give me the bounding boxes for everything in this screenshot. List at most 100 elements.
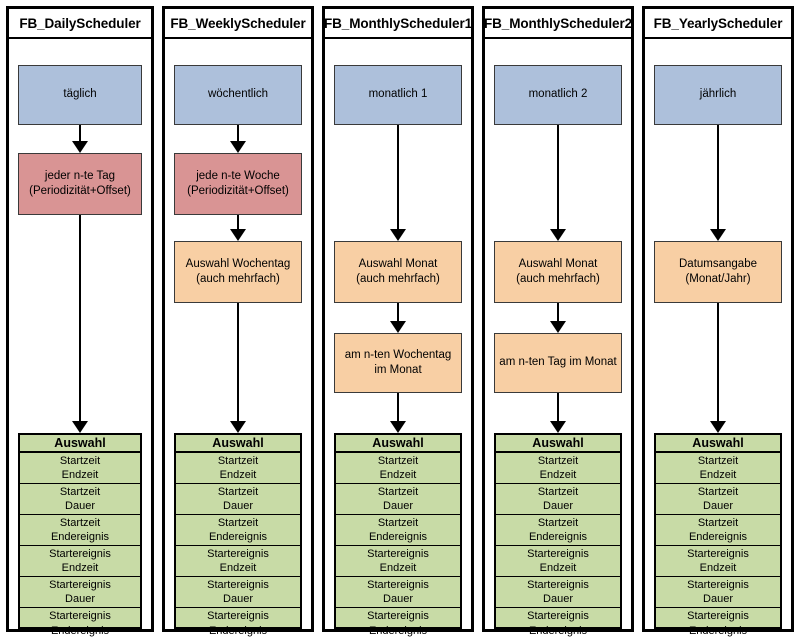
- selection-row-line1: Startzeit: [537, 516, 579, 529]
- arrow-head: [390, 229, 406, 241]
- flow-node-label: Auswahl Monat (auch mehrfach): [352, 257, 444, 287]
- function-block-panel-2: FB_WeeklyScheduler wöchentlich jede n-te W…: [162, 6, 314, 637]
- selection-row-line2: Endzeit: [219, 562, 257, 574]
- selection-row-line2: Endzeit: [61, 562, 99, 574]
- selection-table-header: Auswahl: [496, 435, 620, 453]
- selection-table-row: Startzeit Endereignis: [336, 515, 460, 546]
- flow-node-start: monatlich 1: [334, 65, 462, 125]
- selection-row-line1: Startereignis: [49, 610, 111, 623]
- panel-title: FB_DailyScheduler: [19, 15, 141, 31]
- selection-row-line1: Startzeit: [217, 485, 259, 498]
- selection-row-line2: Endereignis: [688, 624, 748, 637]
- arrow-shaft: [716, 125, 720, 230]
- panel-body: monatlich 2 Auswahl Monat (auch mehrfach) a…: [485, 39, 631, 637]
- flow-arrow-1-0: [228, 125, 248, 153]
- selection-table-row: Startereignis Endzeit: [176, 546, 300, 577]
- selection-row-line2: Dauer: [703, 500, 733, 512]
- flow-node-line1: monatlich 1: [368, 88, 428, 101]
- arrow-shaft: [78, 125, 82, 142]
- arrow-head: [230, 421, 246, 433]
- selection-table-row: Startereignis Endereignis: [176, 608, 300, 639]
- arrow-shaft: [236, 215, 240, 230]
- function-block-panel-1: FB_DailyScheduler täglich jeder n-te Tag (P…: [6, 6, 154, 637]
- selection-row-line1: Startereignis: [527, 547, 589, 560]
- arrow-head: [72, 421, 88, 433]
- selection-table-header: Auswahl: [176, 435, 300, 453]
- flow-node-period: jeder n-te Tag (Periodizität+Offset): [18, 153, 142, 215]
- function-block-panel-5: FB_YearlyScheduler jährlich Datumsangabe (M…: [642, 6, 794, 637]
- selection-row-line2: Endzeit: [219, 469, 257, 481]
- flow-node-label: Auswahl Monat (auch mehrfach): [512, 257, 604, 287]
- selection-table-row: Startereignis Dauer: [20, 577, 140, 608]
- selection-row-line2: Endzeit: [379, 562, 417, 574]
- arrow-head: [550, 321, 566, 333]
- flow-arrow-4-sel: [708, 303, 728, 433]
- flow-node-line2: im Monat: [374, 364, 422, 376]
- selection-row-line2: Endereignis: [368, 531, 428, 543]
- selection-row-line1: Startereignis: [687, 547, 749, 560]
- flow-node-line1: Datumsangabe: [679, 257, 757, 270]
- panel-body: täglich jeder n-te Tag (Periodizität+Offse…: [9, 39, 151, 637]
- selection-row-line1: Startereignis: [527, 578, 589, 591]
- flow-node-label: am n-ten Tag im Monat: [495, 355, 620, 370]
- flow-node-select: Auswahl Monat (auch mehrfach): [334, 241, 462, 303]
- arrow-head: [710, 229, 726, 241]
- arrow-head: [72, 141, 88, 153]
- selection-table-row: Startereignis Endzeit: [20, 546, 140, 577]
- flow-node-label: täglich: [59, 87, 100, 102]
- flow-node-select: Auswahl Wochentag (auch mehrfach): [174, 241, 302, 303]
- selection-row-line2: Endereignis: [368, 624, 428, 637]
- selection-row-line1: Startereignis: [367, 578, 429, 591]
- flow-arrow-2-1: [388, 303, 408, 333]
- flow-node-date: Datumsangabe (Monat/Jahr): [654, 241, 782, 303]
- flow-node-line2: (Periodizität+Offset): [29, 185, 131, 197]
- selection-row-line1: Startzeit: [697, 516, 739, 529]
- flow-arrow-0-sel: [70, 215, 90, 433]
- selection-table-row: Startzeit Endereignis: [20, 515, 140, 546]
- flow-node-line1: jährlich: [699, 88, 737, 101]
- selection-row-line1: Startereignis: [367, 547, 429, 560]
- panel-header: FB_WeeklyScheduler: [165, 9, 311, 39]
- flow-node-line1: täglich: [63, 88, 97, 101]
- selection-row-line1: Startereignis: [687, 610, 749, 623]
- selection-table-row: Startereignis Dauer: [176, 577, 300, 608]
- selection-table-row: Startereignis Endereignis: [656, 608, 780, 639]
- selection-table: Auswahl Startzeit Endzeit Startzeit Dauer Sta…: [174, 433, 302, 637]
- selection-table-row: Startzeit Endereignis: [176, 515, 300, 546]
- selection-table-row: Startzeit Endzeit: [176, 453, 300, 484]
- panel-body: jährlich Datumsangabe (Monat/Jahr) Auswahl S…: [645, 39, 791, 637]
- selection-table: Auswahl Startzeit Endzeit Startzeit Dauer Sta…: [334, 433, 462, 637]
- flow-node-detail: am n-ten Tag im Monat: [494, 333, 622, 393]
- selection-row-line2: Endereignis: [208, 624, 268, 637]
- flow-node-label: monatlich 2: [525, 87, 592, 102]
- arrow-shaft: [396, 125, 400, 230]
- selection-row-line1: Startzeit: [377, 516, 419, 529]
- selection-row-line1: Startzeit: [217, 454, 259, 467]
- flow-node-select: Auswahl Monat (auch mehrfach): [494, 241, 622, 303]
- selection-row-line1: Startzeit: [59, 454, 101, 467]
- selection-row-line1: Startereignis: [207, 547, 269, 560]
- flow-node-line1: Auswahl Wochentag: [185, 257, 291, 270]
- arrow-head: [390, 421, 406, 433]
- selection-row-line1: Startzeit: [217, 516, 259, 529]
- flow-arrow-3-sel: [548, 393, 568, 433]
- selection-row-line2: Endzeit: [539, 469, 577, 481]
- selection-row-line2: Dauer: [65, 500, 95, 512]
- flow-node-label: monatlich 1: [365, 87, 432, 102]
- selection-row-line2: Endzeit: [539, 562, 577, 574]
- flow-node-line1: wöchentlich: [207, 88, 269, 101]
- selection-table-row: Startereignis Endereignis: [20, 608, 140, 639]
- flow-node-label: Datumsangabe (Monat/Jahr): [675, 257, 761, 287]
- flow-node-line1: am n-ten Tag im Monat: [499, 356, 617, 369]
- flow-arrow-1-1: [228, 215, 248, 241]
- flow-arrow-3-1: [548, 303, 568, 333]
- selection-row-line2: Dauer: [543, 593, 573, 605]
- flow-node-line2: (auch mehrfach): [356, 273, 440, 285]
- diagram-canvas: FB_DailyScheduler täglich jeder n-te Tag (P…: [0, 0, 800, 640]
- selection-row-line2: Endzeit: [699, 469, 737, 481]
- selection-table: Auswahl Startzeit Endzeit Startzeit Dauer Sta…: [18, 433, 142, 637]
- selection-row-line1: Startzeit: [697, 454, 739, 467]
- selection-row-line2: Dauer: [223, 500, 253, 512]
- flow-node-period: jede n-te Woche (Periodizität+Offset): [174, 153, 302, 215]
- flow-node-start: monatlich 2: [494, 65, 622, 125]
